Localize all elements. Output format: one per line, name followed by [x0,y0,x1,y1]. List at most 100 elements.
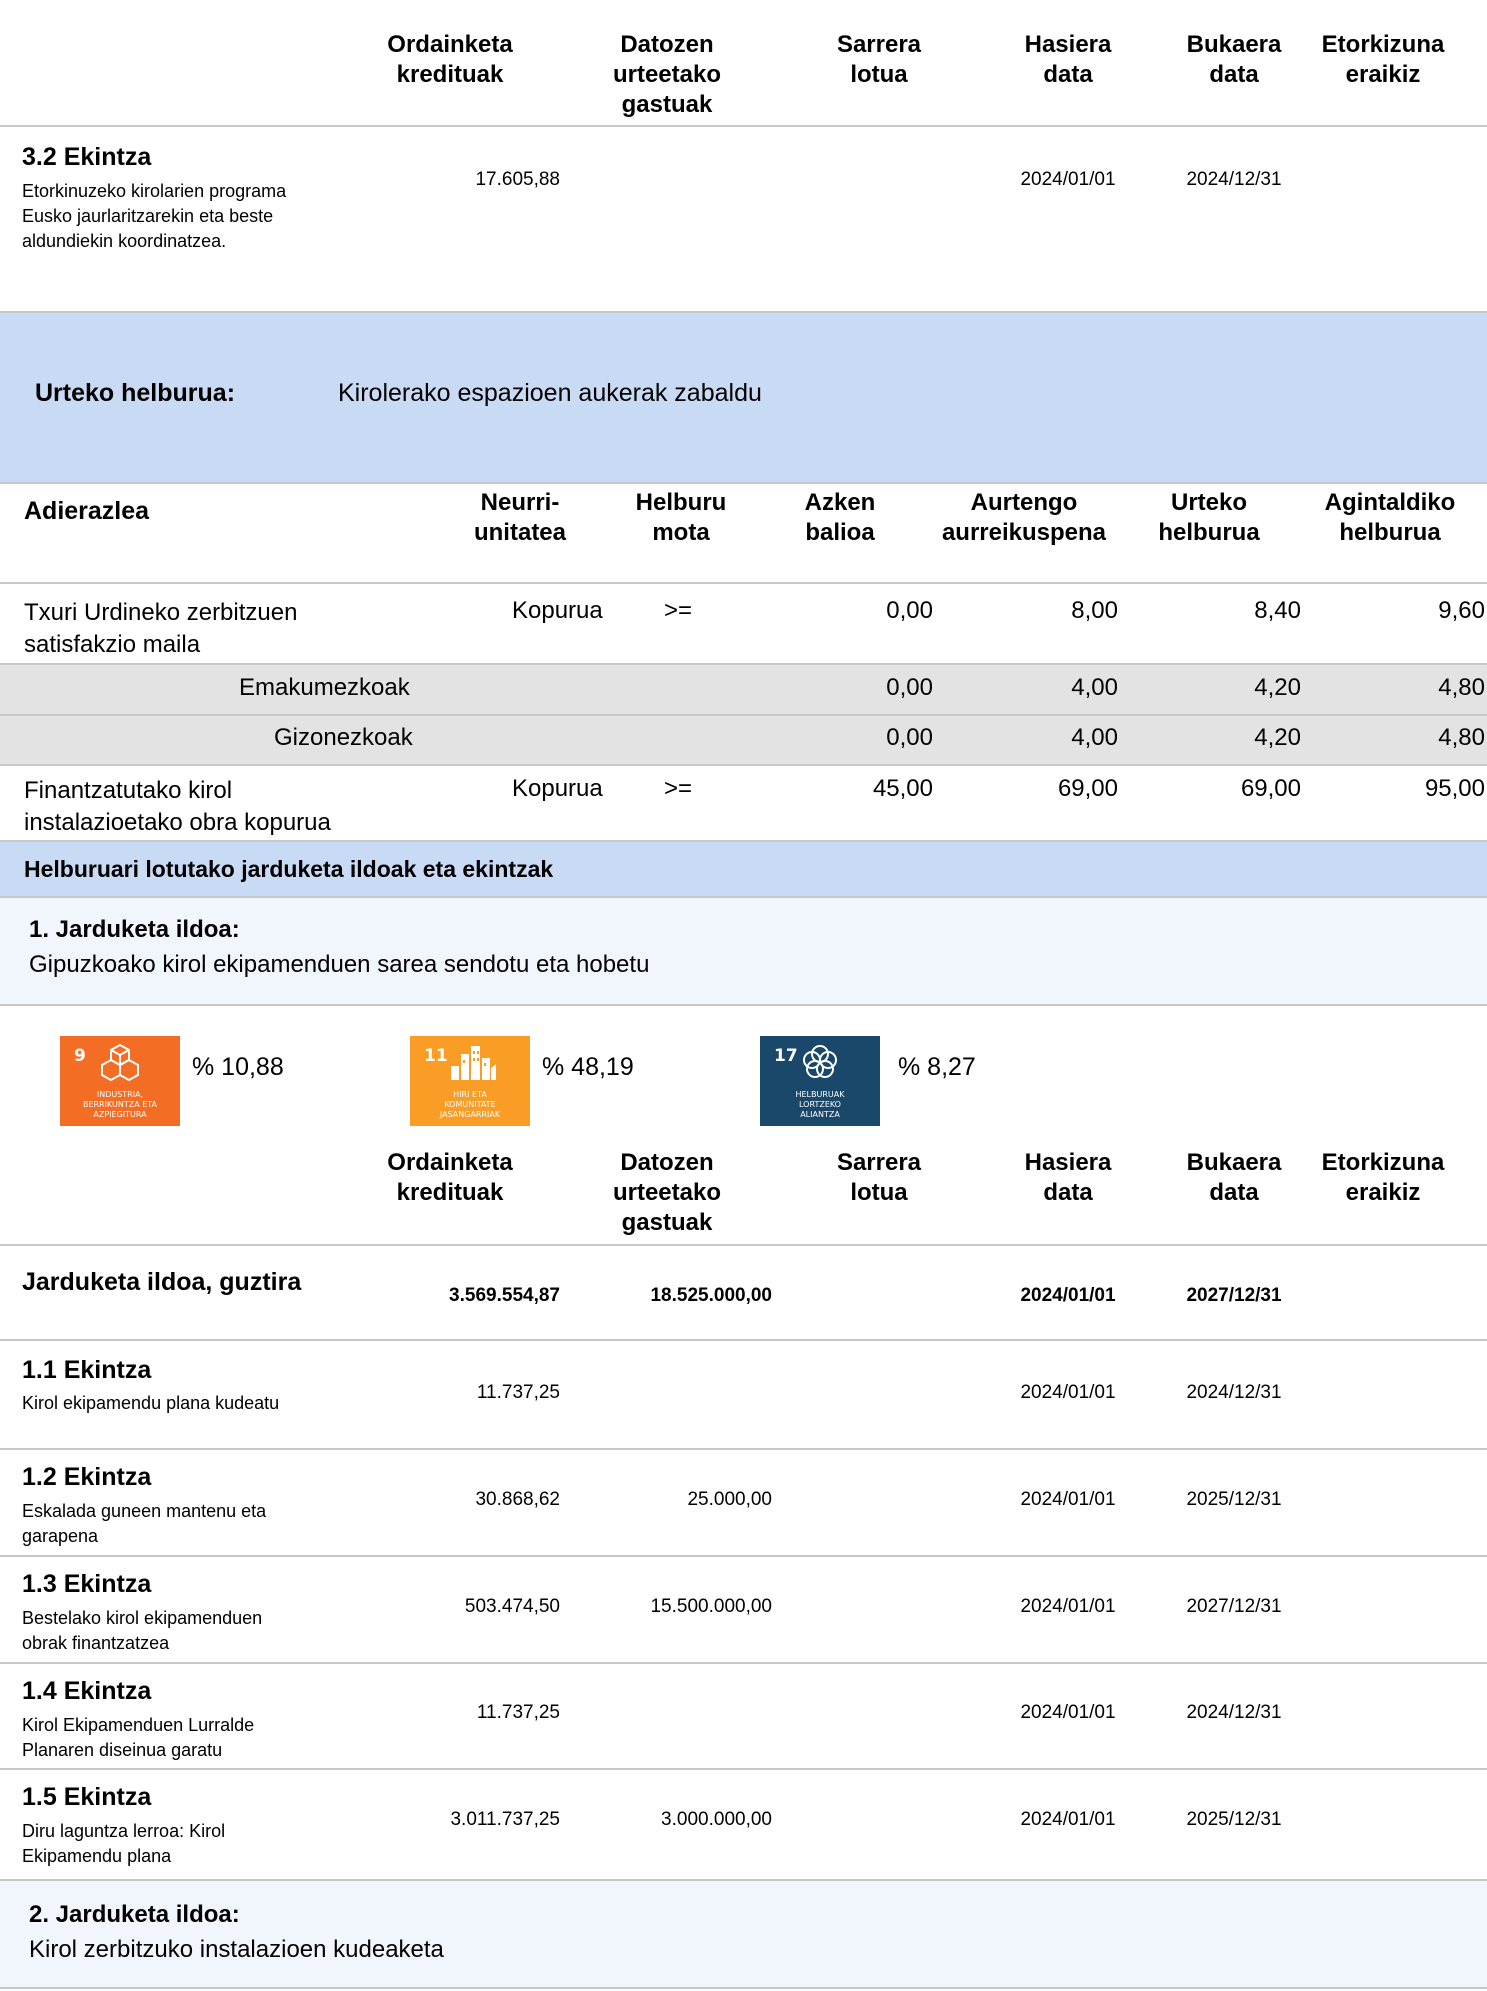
divider [0,582,1487,584]
col-ordainketa-header: Ordainketa kredituak [387,31,513,88]
divider [0,1339,1487,1341]
indicator-unit: Kopurua [512,775,603,802]
divider [0,1244,1487,1246]
sdg-caption: INDUSTRIA, BERRIKUNTZA ETA AZPIEGITURA [82,1090,158,1119]
ekintza-description: Bestelako kirol ekipamenduen obrak finan… [22,1608,263,1653]
bukaera-date: 2024/12/31 [1186,169,1282,190]
ordainketa-total: 3.569.554,87 [449,1285,560,1306]
aurtengo-value: 4,00 [1071,724,1118,751]
col-etorkizuna-header: Etorkizuna eraikiz [1321,31,1445,88]
indicator-type: >= [664,597,693,624]
col-sarrera-header: Sarrera lotua [836,31,922,88]
ekintza-description: Eskalada guneen mantenu eta garapena [22,1501,267,1546]
col-datozen-header: Datozen urteetako gastuak [612,1149,722,1236]
urteko-helburua-band: Urteko helburua: Kirolerako espazioen au… [0,313,1487,482]
ordainketa-value: 17.605,88 [475,169,560,190]
aurtengo-value: 8,00 [1071,597,1118,624]
col-sarrera-header: Sarrera lotua [836,1149,922,1206]
ekintza-description: Kirol ekipamendu plana kudeatu [22,1393,280,1413]
divider [0,764,1487,766]
city-buildings-icon [451,1046,496,1080]
urteko-value: 69,00 [1240,775,1301,802]
sdg-11-badge: 11 HIRI ETA KOMUNITATE JASANGARRIAK [410,1036,530,1126]
indicator-row-sub: Emakumezkoak 0,00 4,00 4,20 4,80 [0,665,1487,714]
bukaera-date: 2024/12/31 [1186,1702,1282,1723]
col-ordainketa-header: Ordainketa kredituak [387,1149,513,1206]
ordainketa-value: 11.737,25 [476,1702,560,1723]
sdg-percentage: % 8,27 [898,1053,976,1081]
indicator-type: >= [664,775,693,802]
ekintza-title: 1.2 Ekintza [22,1463,152,1491]
aurtengo-value: 4,00 [1071,674,1118,701]
lotutako-ildoak-band: Helburuari lotutako jarduketa ildoak eta… [0,842,1487,896]
agintaldiko-value: 4,80 [1438,674,1485,701]
datozen-total: 18.525.000,00 [650,1285,772,1306]
sdg-number: 11 [424,1046,448,1066]
bukaera-date: 2027/12/31 [1186,1596,1282,1617]
col-datozen-header: Datozen urteetako gastuak [612,31,722,118]
indicator-name: Emakumezkoak [239,674,410,701]
jarduketa-ildoa-2-band: 2. Jarduketa ildoa: Kirol zerbitzuko ins… [0,1881,1487,1987]
indicator-row-sub: Gizonezkoak 0,00 4,00 4,20 4,80 [0,716,1487,764]
indicator-name: Finantzatutako kirol instalazioetako obr… [24,777,331,836]
divider [0,125,1487,127]
indicator-name: Gizonezkoak [274,724,413,751]
azken-balioa-value: 0,00 [886,674,933,701]
divider [0,1555,1487,1557]
sdg-17-badge: 17 HELBURUAK LORTZEKO ALIANTZA [760,1036,880,1126]
divider [0,1987,1487,1989]
adierazlea-header: Adierazlea [24,497,150,525]
azken-balioa-value: 45,00 [872,775,933,802]
aurtengo-aurreikuspena-header: Aurtengo aurreikuspena [941,489,1107,546]
lotutako-ildoak-heading: Helburuari lotutako jarduketa ildoak eta… [24,856,554,882]
divider [0,1448,1487,1450]
aurtengo-value: 69,00 [1057,775,1118,802]
ekintza-title: 1.3 Ekintza [22,1570,152,1598]
ekintza-description: Etorkinuzeko kirolarien programa Eusko j… [22,181,287,251]
sdg-caption: HELBURUAK LORTZEKO ALIANTZA [795,1090,845,1119]
bukaera-date: 2025/12/31 [1186,1809,1282,1830]
ekintza-title: 3.2 Ekintza [22,143,152,171]
agintaldiko-value: 95,00 [1424,775,1485,802]
sdg-caption: HIRI ETA KOMUNITATE JASANGARRIAK [439,1090,501,1119]
ildoa-text: Gipuzkoako kirol ekipamenduen sarea send… [29,951,650,978]
sdg-percentage: % 10,88 [192,1053,284,1081]
bukaera-date: 2025/12/31 [1186,1489,1282,1510]
ekintza-title: 1.4 Ekintza [22,1677,152,1705]
agintaldiko-value: 4,80 [1438,724,1485,751]
urteko-value: 4,20 [1254,674,1301,701]
agintaldiko-value: 9,60 [1438,597,1485,624]
ildoa-text: Kirol zerbitzuko instalazioen kudeaketa [29,1936,444,1963]
azken-balioa-value: 0,00 [886,597,933,624]
urteko-value: 4,20 [1254,724,1301,751]
divider [0,1768,1487,1770]
sdg-number: 9 [74,1046,86,1066]
datozen-value: 25.000,00 [687,1489,772,1510]
datozen-value: 15.500.000,00 [650,1596,772,1617]
ordainketa-value: 3.011.737,25 [450,1809,560,1830]
partnership-rings-icon [803,1045,837,1078]
sdg-9-badge: 9 INDUSTRIA, BERRIKUNTZA ETA AZPIEGITURA [60,1036,180,1126]
urteko-value: 8,40 [1254,597,1301,624]
ildoa-title: 1. Jarduketa ildoa: [29,916,240,943]
urteko-helburua-text: Kirolerako espazioen aukerak zabaldu [338,379,762,407]
ordainketa-value: 30.868,62 [475,1489,560,1510]
indicator-name: Txuri Urdineko zerbitzuen satisfakzio ma… [24,599,298,658]
ordainketa-value: 11.737,25 [476,1382,560,1403]
sdg-percentage: % 48,19 [542,1053,634,1081]
bukaera-date: 2024/12/31 [1186,1382,1282,1403]
azken-balioa-value: 0,00 [886,724,933,751]
bukaera-date: 2027/12/31 [1186,1285,1282,1306]
datozen-value: 3.000.000,00 [661,1809,772,1830]
divider [0,482,1487,484]
col-etorkizuna-header: Etorkizuna eraikiz [1321,1149,1445,1206]
sdg-number: 17 [774,1046,798,1066]
divider [0,1662,1487,1664]
ordainketa-value: 503.474,50 [464,1596,560,1617]
industry-cubes-icon [101,1043,139,1082]
ekintza-description: Kirol Ekipamenduen Lurralde Planaren dis… [22,1715,255,1760]
ekintza-title: 1.1 Ekintza [22,1356,152,1384]
urteko-helburua-label: Urteko helburua: [35,379,236,407]
agintaldiko-helburua-header: Agintaldiko helburua [1324,489,1456,546]
ildoa-title: 2. Jarduketa ildoa: [29,1901,240,1928]
